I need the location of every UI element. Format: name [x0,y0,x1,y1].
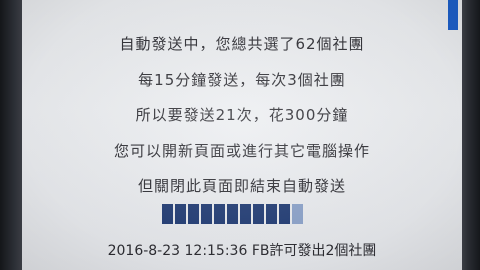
progress-segment [266,204,277,224]
message-selected-groups: 自動發送中，您總共選了62個社團 [119,35,365,53]
message-send-interval: 每15分鐘發送，每次3個社團 [138,71,346,89]
progress-segment [227,204,238,224]
progress-segment [201,204,212,224]
corner-blue-tab [448,0,458,30]
browser-page: 自動發送中，您總共選了62個社團 每15分鐘發送，每次3個社團 所以要發送21次… [22,0,462,270]
progress-segment [292,204,303,224]
progress-bar [162,204,303,224]
progress-segment [279,204,290,224]
progress-segment [253,204,264,224]
status-message: 2016-8-23 12:15:36 FB許可發出2個社團 [107,243,377,259]
message-close-warning: 但關閉此頁面即結束自動發送 [137,177,346,195]
monitor-bezel-right [462,0,480,270]
monitor-bezel-left [0,0,22,270]
progress-segment [188,204,199,224]
progress-segment [240,204,251,224]
message-total-duration: 所以要發送21次，花300分鐘 [135,106,349,124]
progress-segment [162,204,173,224]
progress-segment [175,204,186,224]
message-open-new-page: 您可以開新頁面或進行其它電腦操作 [113,142,370,160]
progress-segment [214,204,225,224]
